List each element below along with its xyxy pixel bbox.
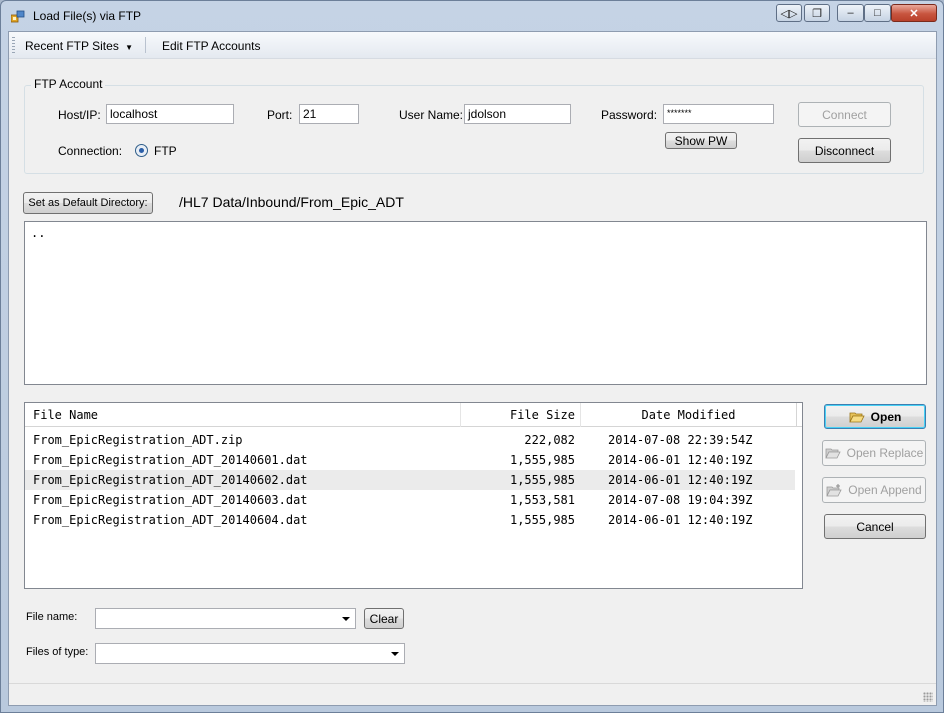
ftp-radio-label[interactable]: FTP	[154, 144, 177, 158]
open-replace-label: Open Replace	[846, 446, 924, 460]
open-append-label: Open Append	[848, 483, 922, 497]
file-size-cell: 222,082	[524, 433, 575, 447]
snap-arrows-icon: ◁▷	[780, 7, 798, 20]
clear-button[interactable]: Clear	[364, 608, 404, 629]
resize-grip-icon[interactable]	[923, 692, 933, 702]
current-directory-path: /HL7 Data/Inbound/From_Epic_ADT	[179, 194, 404, 210]
password-label: Password:	[601, 108, 658, 122]
file-row[interactable]: From_EpicRegistration_ADT_20140604.dat 1…	[25, 510, 795, 530]
window-list-button[interactable]: ❐	[804, 4, 830, 22]
open-replace-button[interactable]: Open Replace	[822, 440, 926, 466]
folder-add-icon	[826, 483, 842, 496]
file-name-cell: From_EpicRegistration_ADT_20140602.dat	[33, 473, 308, 487]
file-name-cell: From_EpicRegistration_ADT.zip	[33, 433, 243, 447]
file-row[interactable]: From_EpicRegistration_ADT_20140603.dat 1…	[25, 490, 795, 510]
cancel-button[interactable]: Cancel	[824, 514, 926, 539]
file-name-label: File name:	[26, 611, 78, 623]
host-input[interactable]: localhost	[106, 104, 234, 124]
maximize-icon: □	[874, 7, 881, 19]
chevron-down-icon	[391, 652, 399, 656]
file-row[interactable]: From_EpicRegistration_ADT_20140601.dat 1…	[25, 450, 795, 470]
date-modified-cell: 2014-07-08 19:04:39Z	[608, 493, 753, 507]
status-bar	[9, 683, 936, 705]
file-name-cell: From_EpicRegistration_ADT_20140603.dat	[33, 493, 308, 507]
open-append-button[interactable]: Open Append	[822, 477, 926, 503]
show-pw-button[interactable]: Show PW	[665, 132, 737, 149]
ftp-app-icon	[11, 10, 25, 23]
title-bar[interactable]: Load File(s) via FTP ◁▷ ❐ – □ ✕	[1, 1, 943, 31]
file-size-cell: 1,555,985	[509, 453, 575, 467]
connect-button[interactable]: Connect	[798, 102, 891, 127]
disconnect-button[interactable]: Disconnect	[798, 138, 891, 163]
menu-separator	[145, 37, 146, 53]
user-name-label: User Name:	[399, 108, 464, 122]
parent-directory-item[interactable]: ..	[31, 226, 45, 240]
date-modified-cell: 2014-06-01 12:40:19Z	[608, 453, 753, 467]
file-size-cell: 1,555,985	[509, 513, 575, 527]
date-modified-cell: 2014-06-01 12:40:19Z	[608, 473, 753, 487]
minimize-button[interactable]: –	[837, 4, 864, 22]
menu-bar: Recent FTP Sites ▼ Edit FTP Accounts	[9, 32, 936, 59]
menu-grip	[12, 37, 15, 53]
file-list[interactable]: File Name File Size Date Modified From_E…	[24, 402, 803, 589]
dropdown-arrow-icon: ▼	[125, 43, 134, 52]
ftp-radio-button[interactable]	[135, 144, 148, 157]
open-button-label: Open	[870, 409, 902, 424]
file-name-cell: From_EpicRegistration_ADT_20140604.dat	[33, 513, 308, 527]
open-button[interactable]: Open	[824, 404, 926, 429]
port-label: Port:	[267, 108, 293, 122]
window-title: Load File(s) via FTP	[33, 9, 142, 23]
password-input[interactable]: *******	[663, 104, 774, 124]
recent-ftp-sites-menu[interactable]: Recent FTP Sites ▼	[25, 39, 133, 53]
file-list-header: File Name File Size Date Modified	[25, 403, 802, 427]
file-row[interactable]: From_EpicRegistration_ADT.zip 222,082 20…	[25, 430, 795, 450]
aero-snap-button[interactable]: ◁▷	[776, 4, 802, 22]
connection-label: Connection:	[58, 144, 123, 158]
file-size-cell: 1,555,985	[509, 473, 575, 487]
folder-replace-icon	[824, 448, 841, 459]
host-label: Host/IP:	[58, 108, 101, 122]
date-modified-cell: 2014-07-08 22:39:54Z	[608, 433, 753, 447]
ftp-account-legend: FTP Account	[31, 77, 106, 91]
ftp-account-group	[24, 85, 924, 174]
files-of-type-label: Files of type:	[26, 646, 89, 658]
close-button[interactable]: ✕	[891, 4, 937, 22]
ftp-dialog-window: Load File(s) via FTP ◁▷ ❐ – □ ✕ Recent F…	[0, 0, 944, 713]
window-list-icon: ❐	[812, 7, 822, 20]
dialog-client-area: Recent FTP Sites ▼ Edit FTP Accounts FTP…	[8, 31, 937, 706]
file-size-cell: 1,553,581	[509, 493, 575, 507]
column-file-size[interactable]: File Size	[461, 403, 581, 427]
file-name-cell: From_EpicRegistration_ADT_20140601.dat	[33, 453, 308, 467]
column-file-name[interactable]: File Name	[25, 403, 461, 427]
date-modified-cell: 2014-06-01 12:40:19Z	[608, 513, 753, 527]
file-row[interactable]: From_EpicRegistration_ADT_20140602.dat 1…	[25, 470, 795, 490]
close-icon: ✕	[909, 7, 919, 20]
maximize-button[interactable]: □	[864, 4, 891, 22]
column-date-modified[interactable]: Date Modified	[581, 403, 797, 427]
chevron-down-icon	[342, 617, 350, 621]
port-input[interactable]: 21	[299, 104, 359, 124]
recent-ftp-sites-label: Recent FTP Sites	[25, 39, 119, 53]
minimize-icon: –	[847, 7, 854, 19]
directory-list[interactable]: ..	[24, 221, 927, 385]
file-name-combo[interactable]	[95, 608, 356, 629]
folder-open-icon	[849, 412, 865, 422]
set-default-directory-button[interactable]: Set as Default Directory:	[23, 192, 153, 214]
user-name-input[interactable]: jdolson	[464, 104, 571, 124]
edit-ftp-accounts-menu[interactable]: Edit FTP Accounts	[162, 39, 261, 53]
files-of-type-combo[interactable]	[95, 643, 405, 664]
